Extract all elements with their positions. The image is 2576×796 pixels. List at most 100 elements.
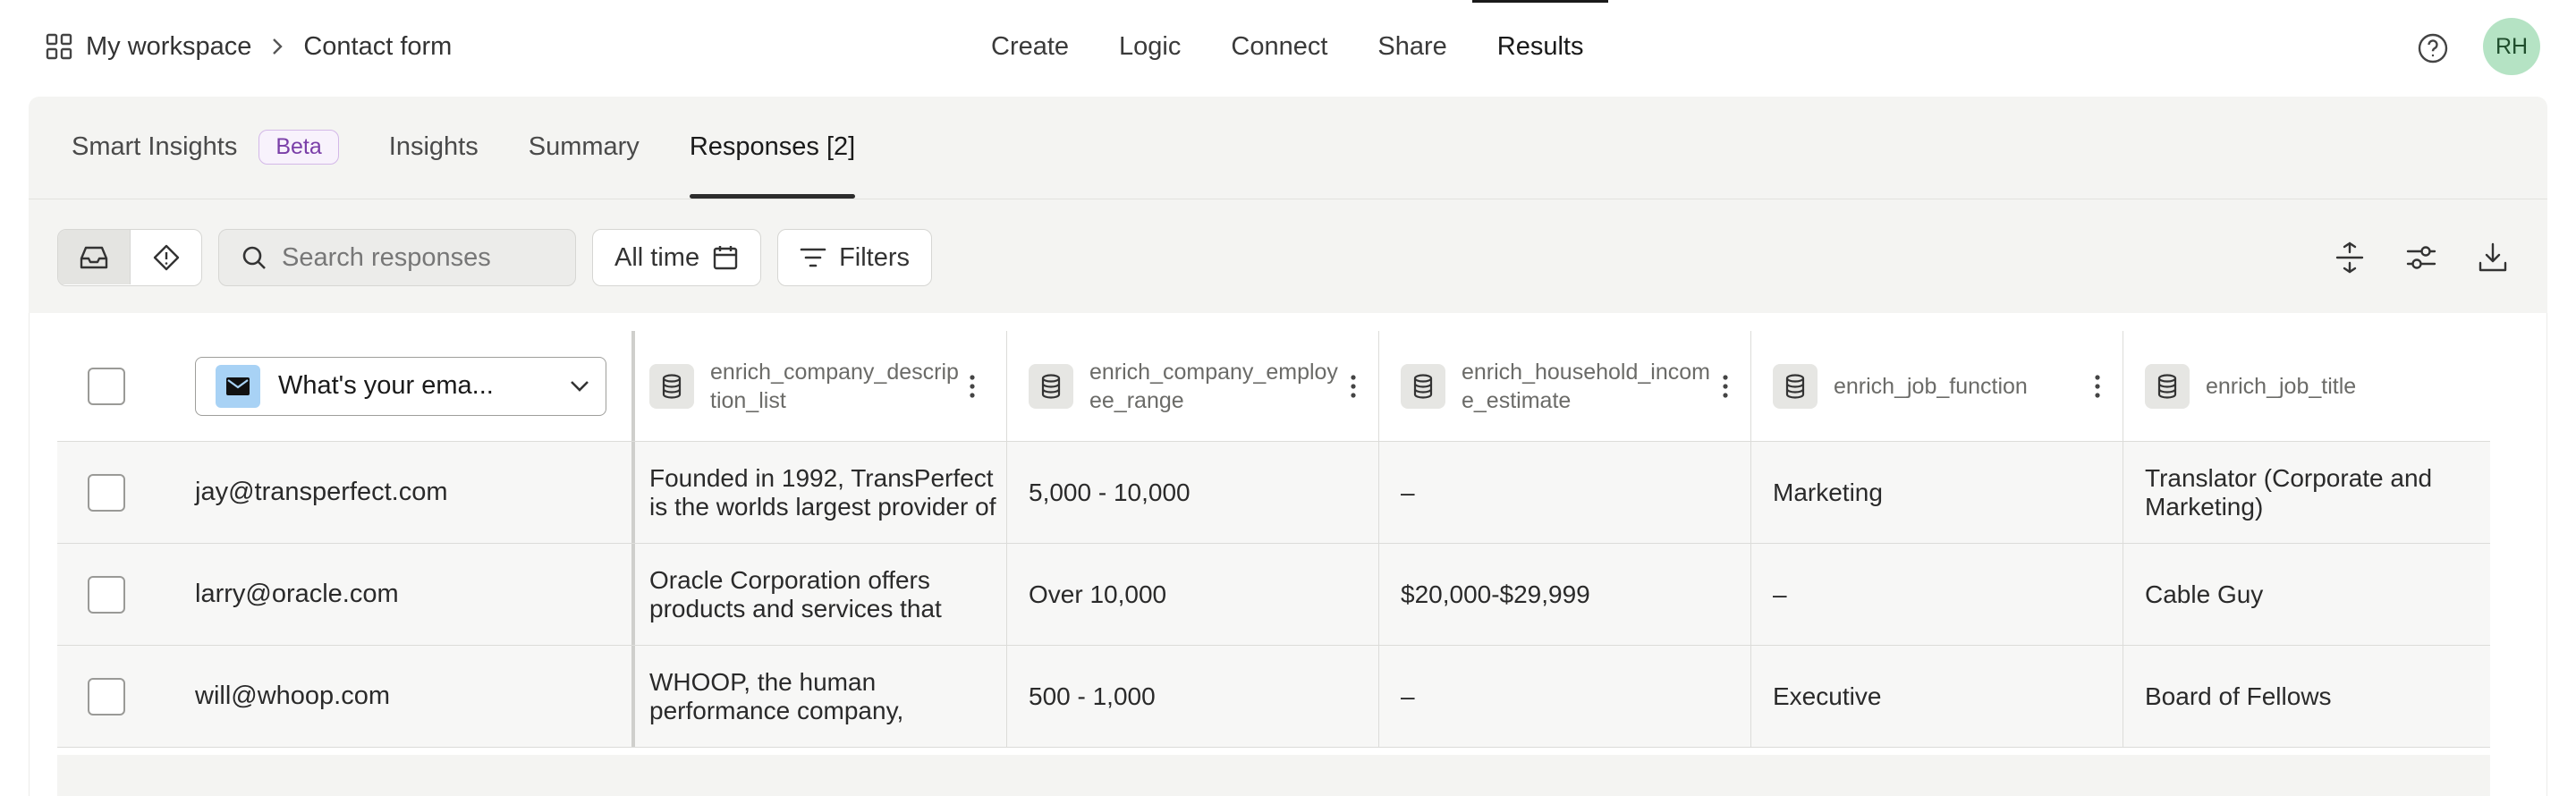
description-cell: Founded in 1992, TransPerfect is the wor… — [635, 442, 1007, 543]
column-name: enrich_company_description_list — [710, 359, 959, 413]
column-header-employee-range[interactable]: enrich_company_employee_range — [1007, 331, 1379, 441]
nav-results[interactable]: Results — [1471, 0, 1609, 93]
filters-label: Filters — [839, 242, 911, 272]
income-value: – — [1401, 478, 1415, 506]
breadcrumb: My workspace Contact form — [45, 27, 452, 66]
description-cell: Oracle Corporation offers products and s… — [635, 544, 1007, 645]
database-icon — [2145, 363, 2190, 409]
top-bar: My workspace Contact form Create Logic C… — [0, 0, 2576, 93]
row-height-icon[interactable] — [2331, 239, 2368, 276]
filter-icon — [800, 248, 826, 267]
help-icon[interactable] — [2415, 30, 2451, 66]
income-value: – — [1401, 682, 1415, 710]
workspace-grid-icon[interactable] — [45, 32, 73, 61]
tab-smart-insights[interactable]: Smart Insights Beta — [72, 97, 339, 197]
email-value: jay@transperfect.com — [195, 478, 448, 506]
database-icon — [649, 363, 694, 409]
inbox-icon[interactable] — [58, 230, 130, 284]
income-cell: $20,000-$29,999 — [1379, 544, 1751, 645]
view-toggle — [57, 229, 202, 286]
column-name: enrich_household_income_estimate — [1462, 359, 1710, 413]
row-checkbox[interactable] — [88, 473, 125, 512]
column-header-job-title[interactable]: enrich_job_title — [2123, 331, 2490, 441]
table-tools — [2331, 229, 2512, 286]
employee-range-value: Over 10,000 — [1029, 580, 1167, 608]
chevron-right-icon — [267, 37, 287, 56]
row-checkbox[interactable] — [88, 575, 125, 614]
more-vertical-icon[interactable] — [2087, 368, 2108, 404]
employee-range-cell: 5,000 - 10,000 — [1007, 442, 1379, 543]
calendar-icon — [713, 246, 738, 270]
alert-icon[interactable] — [130, 230, 201, 284]
description-value: WHOOP, the human performance company, pr… — [649, 667, 904, 724]
search-box[interactable] — [218, 229, 576, 286]
employee-range-value: 500 - 1,000 — [1029, 682, 1156, 710]
user-avatar[interactable]: RH — [2483, 18, 2540, 75]
email-value: will@whoop.com — [195, 682, 391, 710]
job-title-cell: Translator (Corporate and Marketing) — [2123, 442, 2490, 543]
date-filter-label: All time — [614, 242, 700, 272]
column-header-income[interactable]: enrich_household_income_estimate — [1379, 331, 1751, 441]
row-select-cell — [57, 442, 156, 543]
results-subtabs: Smart Insights Beta Insights Summary Res… — [72, 97, 905, 199]
table-row[interactable]: jay@transperfect.com Founded in 1992, Tr… — [57, 442, 2490, 544]
row-select-cell — [57, 544, 156, 645]
chevron-down-icon — [571, 380, 589, 392]
more-vertical-icon[interactable] — [1715, 368, 1736, 404]
select-all-checkbox[interactable] — [88, 367, 125, 405]
question-column-select[interactable]: What's your ema... — [195, 356, 606, 416]
table-footer — [57, 755, 2490, 796]
column-header-job-function[interactable]: enrich_job_function — [1751, 331, 2123, 441]
job-function-cell: Marketing — [1751, 442, 2123, 543]
breadcrumb-workspace-link[interactable]: My workspace — [86, 32, 251, 62]
search-icon — [242, 246, 266, 269]
description-cell: WHOOP, the human performance company, pr… — [635, 646, 1007, 747]
email-cell: jay@transperfect.com — [156, 442, 635, 543]
responses-toolbar: All time Filters — [57, 229, 933, 286]
column-name: enrich_company_employee_range — [1089, 359, 1338, 413]
database-icon — [1773, 363, 1818, 409]
income-value: $20,000-$29,999 — [1401, 580, 1590, 608]
responses-table: What's your ema... enrich_company_descri… — [57, 331, 2490, 796]
database-icon — [1401, 363, 1445, 409]
more-vertical-icon[interactable] — [962, 368, 983, 404]
income-cell: – — [1379, 646, 1751, 747]
income-cell: – — [1379, 442, 1751, 543]
date-filter-button[interactable]: All time — [592, 229, 762, 286]
breadcrumb-form-title[interactable]: Contact form — [303, 32, 452, 62]
tab-responses[interactable]: Responses [2] — [689, 97, 856, 199]
question-column-label: What's your ema... — [278, 371, 494, 400]
column-header-description[interactable]: enrich_company_description_list — [635, 331, 1007, 441]
job-title-value: Translator (Corporate and Marketing) — [2145, 463, 2433, 521]
database-icon — [1029, 363, 1073, 409]
job-function-value: Executive — [1773, 682, 1882, 710]
nav-create[interactable]: Create — [966, 0, 1094, 93]
row-checkbox[interactable] — [88, 677, 125, 716]
nav-share[interactable]: Share — [1352, 0, 1471, 93]
nav-logic[interactable]: Logic — [1094, 0, 1206, 93]
email-cell: larry@oracle.com — [156, 544, 635, 645]
table-row[interactable]: larry@oracle.com Oracle Corporation offe… — [57, 544, 2490, 646]
email-column-header: What's your ema... — [156, 331, 635, 441]
email-value: larry@oracle.com — [195, 580, 399, 608]
results-panel: Smart Insights Beta Insights Summary Res… — [29, 97, 2547, 313]
download-icon[interactable] — [2474, 239, 2512, 276]
job-function-value: – — [1773, 580, 1787, 608]
employee-range-cell: 500 - 1,000 — [1007, 646, 1379, 747]
filters-button[interactable]: Filters — [777, 229, 933, 286]
employee-range-cell: Over 10,000 — [1007, 544, 1379, 645]
column-name: enrich_job_function — [1834, 373, 2028, 399]
employee-range-value: 5,000 - 10,000 — [1029, 478, 1191, 506]
main-nav: Create Logic Connect Share Results — [966, 0, 1609, 93]
nav-connect[interactable]: Connect — [1206, 0, 1352, 93]
column-name: enrich_job_title — [2206, 373, 2357, 399]
tab-summary[interactable]: Summary — [529, 97, 640, 197]
table-row[interactable]: will@whoop.com WHOOP, the human performa… — [57, 646, 2490, 748]
beta-badge: Beta — [258, 129, 339, 165]
more-vertical-icon[interactable] — [1343, 368, 1364, 404]
job-title-value: Board of Fellows — [2145, 682, 2332, 710]
tab-insights[interactable]: Insights — [389, 97, 479, 197]
settings-sliders-icon[interactable] — [2402, 239, 2440, 276]
job-title-cell: Cable Guy — [2123, 544, 2490, 645]
search-input[interactable] — [282, 242, 550, 273]
